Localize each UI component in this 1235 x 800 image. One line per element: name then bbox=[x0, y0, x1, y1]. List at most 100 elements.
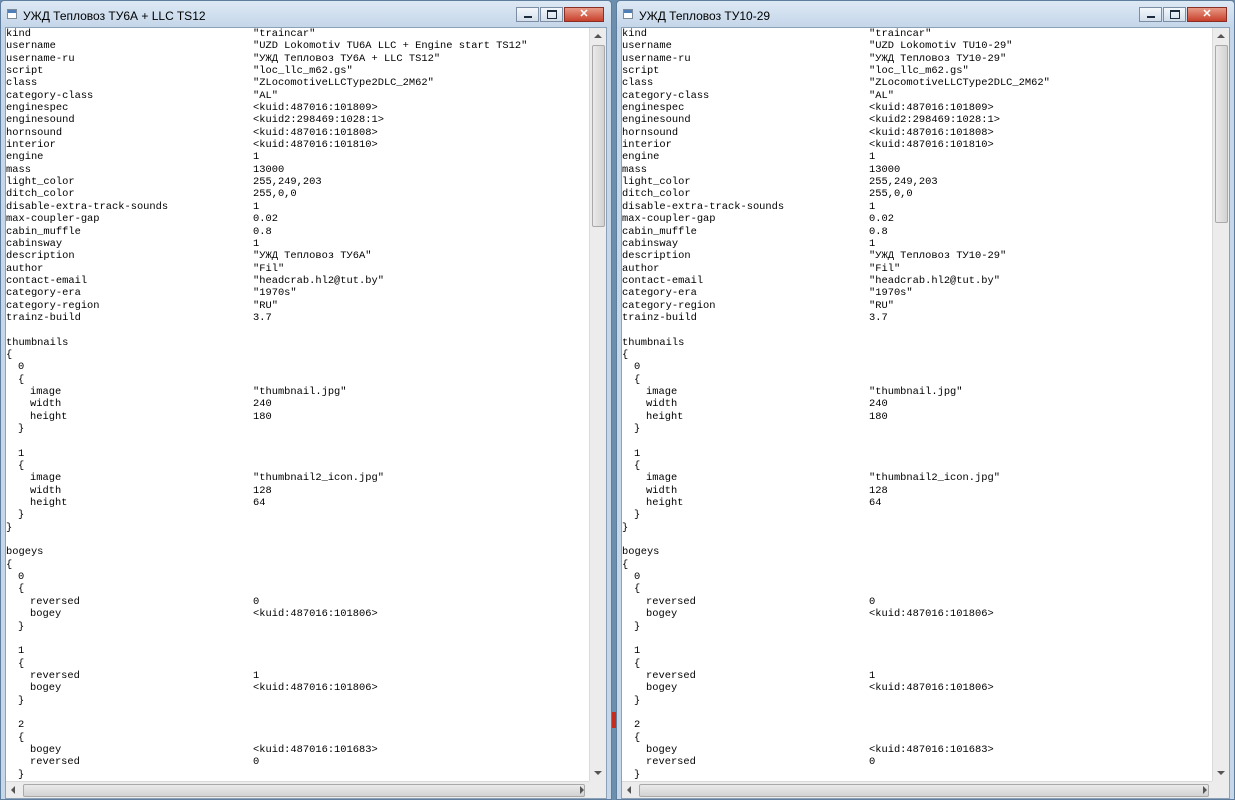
config-value: <kuid2:298469:1028:1> bbox=[253, 114, 384, 127]
config-value: 3.7 bbox=[869, 311, 888, 324]
config-line: ditch_color 255,0,0 bbox=[6, 188, 589, 200]
config-line: reversed 1 bbox=[622, 670, 1212, 682]
config-line: trainz-build 3.7 bbox=[622, 312, 1212, 324]
config-key: { bbox=[634, 373, 641, 386]
config-line: height 64 bbox=[6, 497, 589, 509]
config-value: 1 bbox=[253, 200, 260, 213]
vertical-scrollbar[interactable] bbox=[1212, 28, 1229, 781]
scroll-right-arrow-icon[interactable] bbox=[1203, 786, 1207, 794]
config-value: <kuid:487016:101808> bbox=[253, 126, 378, 139]
config-key: bogeys bbox=[622, 546, 660, 559]
editor-window-tu10[interactable]: УЖД Тепловоз ТУ10-29 ✕ kind "traincar" use… bbox=[616, 0, 1235, 800]
config-key: cabinsway bbox=[622, 237, 679, 250]
scroll-left-arrow-icon[interactable] bbox=[11, 786, 15, 794]
title-bar[interactable]: УЖД Тепловоз ТУ10-29 ✕ bbox=[617, 1, 1234, 29]
config-key: author bbox=[622, 262, 660, 275]
config-value: "thumbnail.jpg" bbox=[869, 385, 963, 398]
config-value: 240 bbox=[253, 398, 272, 411]
config-key: contact-email bbox=[622, 274, 704, 287]
config-key: engine bbox=[622, 151, 660, 164]
config-value: 1 bbox=[869, 200, 876, 213]
scroll-up-arrow-icon[interactable] bbox=[594, 34, 602, 38]
config-line: image "thumbnail2_icon.jpg" bbox=[622, 472, 1212, 484]
config-line: width 128 bbox=[6, 485, 589, 497]
config-line: image "thumbnail2_icon.jpg" bbox=[6, 472, 589, 484]
scroll-down-arrow-icon[interactable] bbox=[1217, 771, 1225, 775]
config-line: 0 bbox=[622, 571, 1212, 583]
horizontal-scrollbar[interactable] bbox=[622, 781, 1212, 798]
vertical-scroll-thumb[interactable] bbox=[1215, 45, 1228, 223]
config-key: { bbox=[634, 460, 641, 473]
config-line: description "УЖД Тепловоз ТУ6А" bbox=[6, 250, 589, 262]
config-line: cabin_muffle 0.8 bbox=[6, 226, 589, 238]
config-line: username "UZD Lokomotiv TU10-29" bbox=[622, 40, 1212, 52]
config-line: max-coupler-gap 0.02 bbox=[622, 213, 1212, 225]
config-key: 2 bbox=[634, 719, 641, 732]
minimize-button[interactable] bbox=[516, 7, 539, 22]
vertical-scroll-thumb[interactable] bbox=[592, 45, 605, 227]
config-line: 2 bbox=[6, 719, 589, 731]
config-line: { bbox=[622, 460, 1212, 472]
config-line bbox=[622, 324, 1212, 336]
config-line: reversed 0 bbox=[622, 596, 1212, 608]
notepad-icon bbox=[7, 9, 17, 19]
config-key: light_color bbox=[6, 176, 75, 189]
config-line: class "ZLocomotiveLLCType2DLC_2M62" bbox=[6, 77, 589, 89]
config-value: 1 bbox=[253, 237, 260, 250]
config-line: } bbox=[6, 509, 589, 521]
config-value: "RU" bbox=[253, 299, 278, 312]
config-value: <kuid:487016:101683> bbox=[869, 743, 994, 756]
config-value: 13000 bbox=[253, 163, 285, 176]
config-key: cabin_muffle bbox=[6, 225, 81, 238]
config-key: } bbox=[18, 694, 25, 707]
config-key: reversed bbox=[646, 595, 696, 608]
config-line: class "ZLocomotiveLLCType2DLC_2M62" bbox=[622, 77, 1212, 89]
config-line: { bbox=[6, 583, 589, 595]
horizontal-scrollbar[interactable] bbox=[6, 781, 589, 798]
scroll-left-arrow-icon[interactable] bbox=[627, 786, 631, 794]
close-button[interactable]: ✕ bbox=[1187, 7, 1227, 22]
config-line: enginespec <kuid:487016:101809> bbox=[622, 102, 1212, 114]
config-value: "УЖД Тепловоз ТУ6А + LLC TS12" bbox=[253, 52, 441, 65]
config-text-area[interactable]: kind "traincar" username "UZD Lokomotiv TU1… bbox=[622, 28, 1212, 781]
config-line: { bbox=[622, 559, 1212, 571]
config-line bbox=[6, 633, 589, 645]
editor-window-tu6a[interactable]: УЖД Тепловоз ТУ6А + LLC TS12 ✕ kind "trai… bbox=[0, 0, 612, 800]
config-line: category-era "1970s" bbox=[6, 287, 589, 299]
horizontal-scroll-thumb[interactable] bbox=[639, 784, 1209, 797]
config-key: 1 bbox=[634, 447, 641, 460]
config-key: { bbox=[18, 373, 25, 386]
config-value: 240 bbox=[869, 398, 888, 411]
config-line: { bbox=[622, 583, 1212, 595]
config-key: width bbox=[646, 484, 678, 497]
config-line bbox=[622, 633, 1212, 645]
config-line: bogey <kuid:487016:101806> bbox=[622, 682, 1212, 694]
scroll-up-arrow-icon[interactable] bbox=[1217, 34, 1225, 38]
config-line: width 240 bbox=[622, 398, 1212, 410]
config-key: description bbox=[622, 250, 691, 263]
minimize-button[interactable] bbox=[1139, 7, 1162, 22]
title-bar[interactable]: УЖД Тепловоз ТУ6А + LLC TS12 ✕ bbox=[1, 1, 611, 29]
config-line: category-region "RU" bbox=[6, 300, 589, 312]
config-value: 0.8 bbox=[869, 225, 888, 238]
maximize-button[interactable] bbox=[1163, 7, 1186, 22]
config-key: width bbox=[646, 398, 678, 411]
config-key: { bbox=[18, 657, 25, 670]
scroll-down-arrow-icon[interactable] bbox=[594, 771, 602, 775]
config-key: author bbox=[6, 262, 44, 275]
config-line: { bbox=[622, 349, 1212, 361]
config-line: image "thumbnail.jpg" bbox=[6, 386, 589, 398]
scroll-right-arrow-icon[interactable] bbox=[580, 786, 584, 794]
horizontal-scroll-thumb[interactable] bbox=[23, 784, 585, 797]
config-text-area[interactable]: kind "traincar" username "UZD Lokomotiv TU6… bbox=[6, 28, 589, 781]
config-key: 2 bbox=[18, 719, 25, 732]
config-value: "traincar" bbox=[869, 28, 932, 40]
close-button[interactable]: ✕ bbox=[564, 7, 604, 22]
config-key: kind bbox=[6, 28, 31, 40]
config-key: bogeys bbox=[6, 546, 44, 559]
config-line: light_color 255,249,203 bbox=[6, 176, 589, 188]
config-key: } bbox=[634, 694, 641, 707]
maximize-button[interactable] bbox=[540, 7, 563, 22]
config-line: bogey <kuid:487016:101683> bbox=[622, 744, 1212, 756]
vertical-scrollbar[interactable] bbox=[589, 28, 606, 781]
